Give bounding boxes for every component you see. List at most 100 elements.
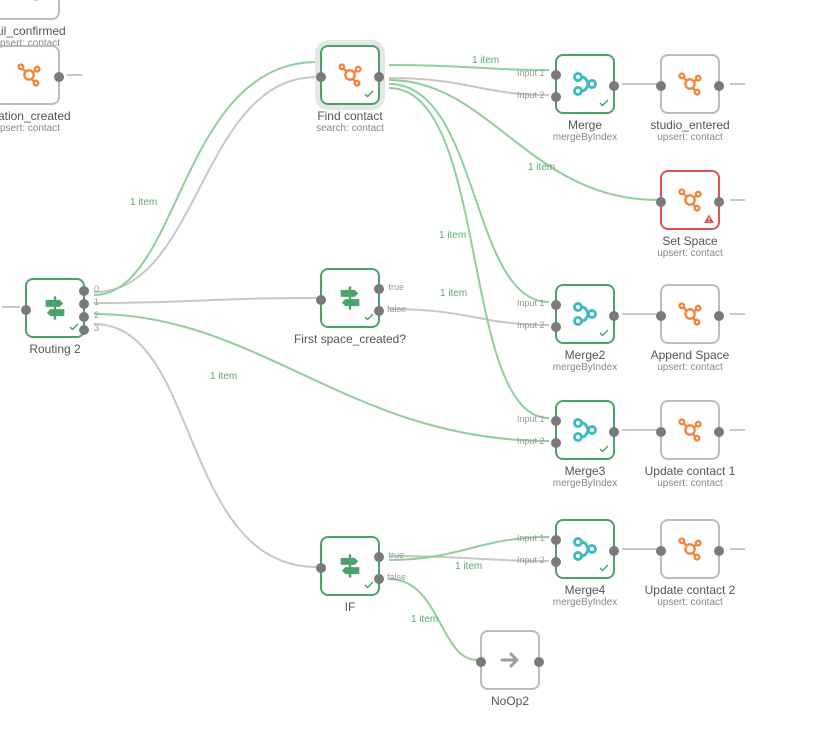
input-port-2[interactable] [551,438,561,448]
edge-label: 1 item [528,162,555,173]
node-studio-entered[interactable]: studio_entered upsert: contact [660,54,720,143]
output-port[interactable] [609,81,619,91]
port-label: 1 [94,297,99,307]
node-noop2[interactable]: NoOp2 [480,630,540,708]
input-port[interactable] [656,311,666,321]
output-port[interactable] [374,72,384,82]
input-port[interactable] [316,295,326,305]
edge-label: 1 item [440,288,467,299]
input-port-1[interactable] [551,416,561,426]
hubspot-icon [676,300,704,328]
node-append-space[interactable]: Append Space upsert: contact [660,284,720,373]
input-port[interactable] [656,197,666,207]
check-icon [598,327,610,339]
check-icon [363,88,375,100]
port-label: Input 2 [517,320,545,330]
node-subtitle: mergeByIndex [525,132,645,143]
warning-icon [703,213,715,225]
node-email-confirmed[interactable]: ail_confirmed psert: contact [0,0,60,49]
output-port-false[interactable] [374,574,384,584]
port-label: Input 2 [517,90,545,100]
node-title: Update contact 1 [630,464,750,478]
node-if[interactable]: true false IF [320,536,380,614]
edge-label: 1 item [472,55,499,66]
output-port[interactable] [714,197,724,207]
output-port-1[interactable] [79,299,89,309]
node-title: Append Space [630,348,750,362]
output-port[interactable] [714,311,724,321]
output-port-3[interactable] [79,325,89,335]
port-label: true [388,282,404,292]
node-first-space[interactable]: true false First space_created? [320,268,380,346]
node-subtitle: mergeByIndex [525,597,645,608]
port-label: true [388,550,404,560]
node-title: ization_created [0,109,90,123]
input-port[interactable] [656,546,666,556]
node-title: First space_created? [290,332,410,346]
output-port[interactable] [714,81,724,91]
edge [94,298,317,303]
hubspot-icon [676,416,704,444]
port-label: Input 2 [517,555,545,565]
output-port[interactable] [714,546,724,556]
node-update1[interactable]: Update contact 1 upsert: contact [660,400,720,489]
node-merge4[interactable]: Input 1 Input 2 Merge4 mergeByIndex [555,519,615,608]
output-port-0[interactable] [79,286,89,296]
edge [389,84,549,302]
node-update2[interactable]: Update contact 2 upsert: contact [660,519,720,608]
output-port[interactable] [609,311,619,321]
input-port-2[interactable] [551,322,561,332]
output-port-true[interactable] [374,284,384,294]
hubspot-icon [676,186,704,214]
output-port[interactable] [54,72,64,82]
input-port[interactable] [476,657,486,667]
output-port[interactable] [609,427,619,437]
output-port-true[interactable] [374,552,384,562]
hubspot-icon [15,61,43,89]
node-routing2[interactable]: 0 1 2 3 Routing 2 [25,278,85,356]
node-merge[interactable]: Input 1 Input 2 Merge mergeByIndex [555,54,615,143]
check-icon [598,443,610,455]
check-icon [598,562,610,574]
output-port[interactable] [609,546,619,556]
edge-label: 1 item [210,371,237,382]
node-org-created[interactable]: ization_created psert: contact [0,45,60,134]
port-label: false [387,304,406,314]
input-port-1[interactable] [551,70,561,80]
port-label: 0 [94,284,99,294]
port-label: 3 [94,323,99,333]
node-merge3[interactable]: Input 1 Input 2 Merge3 mergeByIndex [555,400,615,489]
output-port[interactable] [534,657,544,667]
hubspot-icon [676,535,704,563]
input-port[interactable] [316,563,326,573]
input-port[interactable] [656,81,666,91]
node-set-space[interactable]: Set Space upsert: contact [660,170,720,259]
input-port-2[interactable] [551,92,561,102]
input-port-1[interactable] [551,300,561,310]
node-title: NoOp2 [450,694,570,708]
input-port-1[interactable] [551,535,561,545]
node-find-contact[interactable]: Find contact search: contact [320,45,380,134]
check-icon [363,579,375,591]
node-title: Update contact 2 [630,583,750,597]
signpost-icon [336,552,364,580]
node-title: Merge3 [525,464,645,478]
hubspot-icon [676,70,704,98]
node-subtitle: upsert: contact [630,478,750,489]
edge-label: 1 item [411,614,438,625]
node-subtitle: search: contact [290,123,410,134]
input-port[interactable] [21,305,31,315]
edge [94,324,317,567]
node-title: IF [290,600,410,614]
input-port[interactable] [656,427,666,437]
input-port[interactable] [316,72,326,82]
output-port-2[interactable] [79,312,89,322]
hubspot-icon [15,0,43,3]
port-label: Input 1 [517,533,545,543]
output-port[interactable] [714,427,724,437]
port-label: Input 1 [517,298,545,308]
node-title: Merge2 [525,348,645,362]
node-merge2[interactable]: Input 1 Input 2 Merge2 mergeByIndex [555,284,615,373]
input-port-2[interactable] [551,557,561,567]
output-port-false[interactable] [374,306,384,316]
